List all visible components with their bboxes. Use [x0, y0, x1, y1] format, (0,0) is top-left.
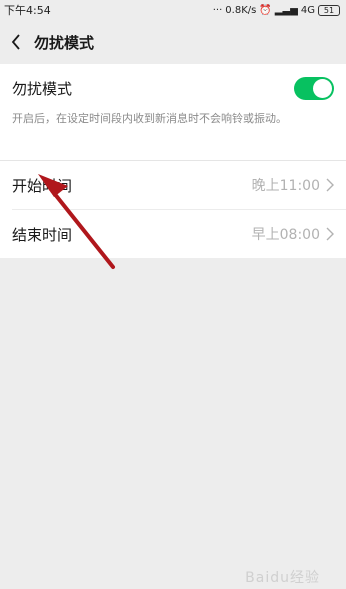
- end-time-value: 早上08:00: [251, 227, 320, 243]
- network-speed: 0.8K/s: [225, 4, 257, 16]
- alarm-icon: ⏰: [259, 4, 272, 16]
- signal-icon: ▂▃▅: [274, 4, 298, 16]
- header: 勿扰模式: [0, 20, 346, 64]
- status-time: 下午4:54: [4, 4, 51, 17]
- watermark: Baidu经验: [245, 570, 320, 586]
- battery-icon: 51: [318, 4, 340, 16]
- start-time-value: 晚上11:00: [251, 178, 320, 194]
- dnd-label: 勿扰模式: [12, 80, 73, 98]
- end-time-label: 结束时间: [12, 225, 73, 244]
- network-type: 4G: [300, 4, 315, 16]
- toggle-knob: [313, 79, 332, 98]
- end-time-row[interactable]: 结束时间 早上08:00: [0, 210, 346, 258]
- status-icons: ··· 0.8K/s ⏰ ▂▃▅ 4G 51: [212, 4, 340, 16]
- dnd-setting-row: 勿扰模式 开启后，在设定时间段内收到新消息时不会响铃或振动。: [0, 64, 346, 160]
- status-bar: 下午4:54 ··· 0.8K/s ⏰ ▂▃▅ 4G 51: [0, 0, 346, 20]
- dots-icon: ···: [212, 4, 223, 16]
- chevron-left-icon: [11, 34, 20, 50]
- dnd-section: 勿扰模式 开启后，在设定时间段内收到新消息时不会响铃或振动。: [0, 64, 346, 160]
- dnd-toggle[interactable]: [294, 77, 334, 100]
- start-time-row[interactable]: 开始时间 晚上11:00: [0, 161, 346, 209]
- chevron-right-icon: [326, 227, 334, 241]
- dnd-description: 开启后，在设定时间段内收到新消息时不会响铃或振动。: [12, 112, 287, 125]
- back-button[interactable]: [6, 30, 26, 54]
- schedule-section: 开始时间 晚上11:00 结束时间 早上08:00: [0, 161, 346, 258]
- page-title: 勿扰模式: [34, 33, 95, 52]
- chevron-right-icon: [326, 178, 334, 192]
- start-time-label: 开始时间: [12, 176, 73, 195]
